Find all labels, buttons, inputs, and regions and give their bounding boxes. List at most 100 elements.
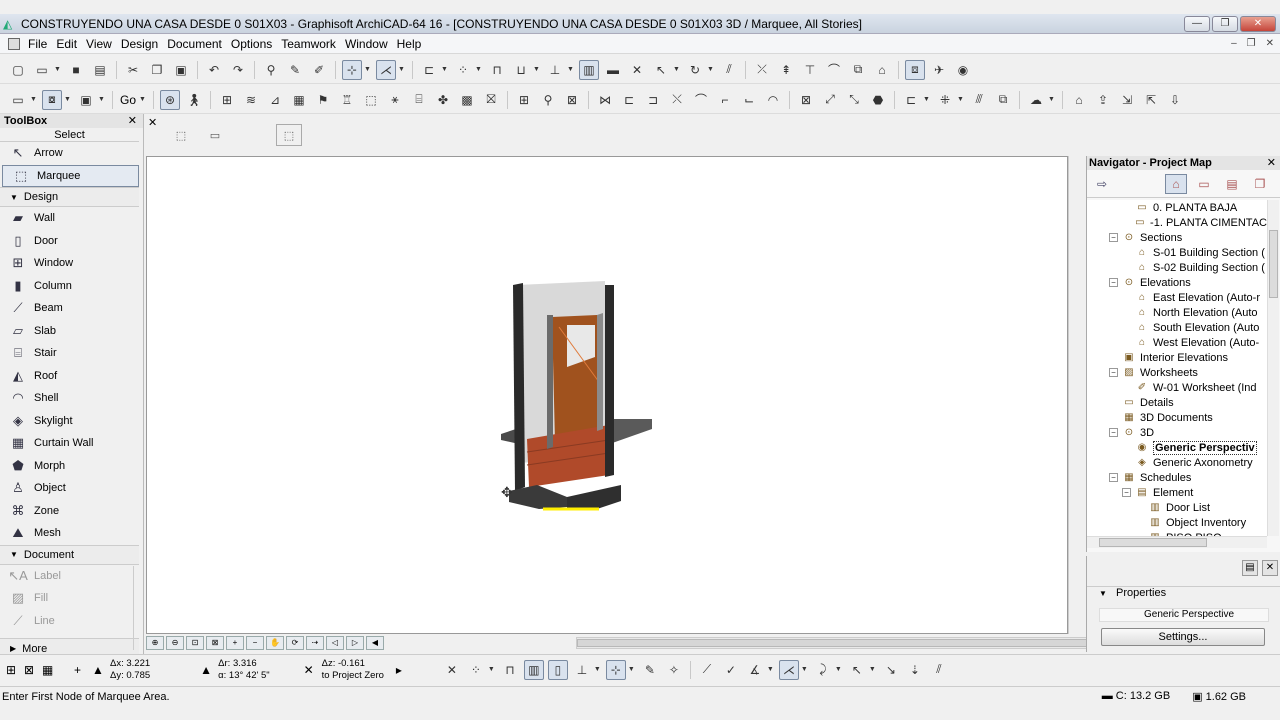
floor-plan-icon[interactable]: ▭ <box>8 90 28 110</box>
polyline-icon[interactable]: ⌙ <box>739 90 759 110</box>
worksheet-tool-icon[interactable]: ▦ <box>289 90 309 110</box>
minimize-button[interactable]: — <box>1184 15 1210 32</box>
plan-dropdown-icon[interactable]: ▼ <box>30 96 38 103</box>
previous-zoom-icon[interactable]: ◁ <box>326 636 344 650</box>
save-icon[interactable]: ■ <box>66 60 86 80</box>
align-icon[interactable]: ⊏ <box>419 60 439 80</box>
tool-marquee[interactable]: ⬚ Marquee <box>2 164 139 187</box>
next-zoom-icon[interactable]: ▷ <box>346 636 364 650</box>
detail-tool-icon[interactable]: ⚑ <box>313 90 333 110</box>
toolbox-group-design[interactable]: ▼ Design <box>0 187 139 207</box>
home-icon[interactable]: ⌂ <box>1069 90 1089 110</box>
reference-dropdown-icon[interactable]: ▸ <box>396 659 410 681</box>
tool-morph[interactable]: ⬟ Morph <box>0 455 139 478</box>
tree-expander-icon[interactable]: − <box>1122 488 1131 497</box>
drag-icon[interactable]: ↖ <box>651 60 671 80</box>
fit-in-window-icon[interactable]: ⊡ <box>186 636 204 650</box>
tool-stair[interactable]: ⌸ Stair <box>0 342 139 365</box>
menu-edit[interactable]: Edit <box>56 37 85 51</box>
receive-icon[interactable]: ⇩ <box>1165 90 1185 110</box>
elevation-tool-icon[interactable]: ≋ <box>241 90 261 110</box>
tree-item[interactable]: − ▨ Worksheets <box>1087 365 1267 380</box>
tree-item[interactable]: ⌂ S-01 Building Section ( <box>1087 245 1267 260</box>
marquee-single-floor-icon[interactable]: ⬚ <box>168 124 194 146</box>
interior-elevation-icon[interactable]: ⊿ <box>265 90 285 110</box>
zoom-area-icon[interactable]: ⊠ <box>206 636 224 650</box>
gravity-dropdown-icon[interactable]: ▼ <box>364 66 372 73</box>
distribute-dropdown-icon[interactable]: ▼ <box>475 66 483 73</box>
dropdown-icon[interactable]: ▼ <box>869 666 877 673</box>
tree-expander-icon[interactable]: − <box>1109 278 1118 287</box>
document-icon[interactable] <box>8 37 20 50</box>
rotate-icon[interactable]: ↻ <box>685 60 705 80</box>
zoom-minus-icon[interactable]: − <box>246 636 264 650</box>
tree-item[interactable]: − ▦ Schedules <box>1087 470 1267 485</box>
dropdown-icon[interactable]: ▼ <box>801 666 809 673</box>
menu-design[interactable]: Design <box>121 37 166 51</box>
mirror-snap-icon[interactable]: ⫽ <box>929 660 949 680</box>
trim-icon[interactable]: ⊏ <box>619 90 639 110</box>
tree-item[interactable]: − ▤ Element <box>1087 485 1267 500</box>
toolbox-scrollbar[interactable] <box>133 566 141 650</box>
tree-item[interactable]: ▥ Object Inventory <box>1087 515 1267 530</box>
corner-icon[interactable]: ⌐ <box>715 90 735 110</box>
slash-icon[interactable]: ⟋ <box>697 660 717 680</box>
walk-icon[interactable]: 🚶︎ <box>184 90 204 110</box>
tree-item[interactable]: ⌂ East Elevation (Auto-r <box>1087 290 1267 305</box>
dropdown-icon[interactable]: ▼ <box>594 666 602 673</box>
dy-value[interactable]: Δy: 0.785 <box>110 670 150 682</box>
suspend-groups-icon[interactable]: ▬ <box>603 60 623 80</box>
split-line-icon[interactable]: ⤬ <box>667 90 687 110</box>
tree-item[interactable]: ▭ 0. PLANTA BAJA <box>1087 200 1267 215</box>
teamwork-icon[interactable]: ☁ <box>1026 90 1046 110</box>
new-view-icon[interactable]: ▤ <box>1242 560 1258 576</box>
cut-icon[interactable]: ✂ <box>123 60 143 80</box>
guide-lines-icon[interactable]: ⋌ <box>376 59 396 80</box>
adjust-icon[interactable]: ⇞ <box>776 60 796 80</box>
tool-wall[interactable]: ▰ Wall <box>0 207 139 230</box>
tree-item[interactable]: ▣ Interior Elevations <box>1087 350 1267 365</box>
record-icon[interactable]: ◉ <box>953 60 973 80</box>
curve-snap-icon[interactable]: ⤸ <box>813 660 833 680</box>
tool-column[interactable]: ▮ Column <box>0 275 139 298</box>
tree-item[interactable]: ▭ -1. PLANTA CIMENTAC <box>1087 215 1267 230</box>
lock-icon[interactable]: ⊥ <box>545 60 565 80</box>
tree-expander-icon[interactable]: − <box>1109 473 1118 482</box>
redo-icon[interactable]: ↷ <box>228 60 248 80</box>
tree-item[interactable]: ◉ Generic Perspectiv <box>1087 440 1267 455</box>
toolbox-close-icon[interactable]: ✕ <box>128 114 137 128</box>
find-select-icon[interactable]: ⚲ <box>261 60 281 80</box>
tool-line[interactable]: ⟋ Line <box>0 610 139 633</box>
layer-icon[interactable]: ▥ <box>579 59 599 80</box>
dropdown-icon[interactable]: ▼ <box>767 666 775 673</box>
tool-skylight[interactable]: ◈ Skylight <box>0 410 139 433</box>
tool-window[interactable]: ⊞ Window <box>0 252 139 275</box>
tool-curtain-wall[interactable]: ▦ Curtain Wall <box>0 432 139 455</box>
navigator-vertical-scrollbar[interactable] <box>1267 200 1279 536</box>
navigator-close-icon[interactable]: ✕ <box>1267 156 1276 170</box>
measure-icon[interactable]: ⋈ <box>595 90 615 110</box>
elevation-snap-icon[interactable]: ⇣ <box>905 660 925 680</box>
scroll-left-icon[interactable]: ◀ <box>366 636 384 650</box>
properties-header[interactable]: ▼ Properties <box>1087 586 1280 602</box>
z-reference[interactable]: to Project Zero <box>322 670 384 682</box>
dropdown-icon[interactable]: ▼ <box>835 666 843 673</box>
split-icon[interactable]: ⤫ <box>752 60 772 80</box>
close-button[interactable]: ✕ <box>1240 15 1276 32</box>
magic-wand-icon[interactable]: ⧉ <box>993 90 1013 110</box>
layout-icon[interactable]: ▣ <box>76 90 96 110</box>
cross-icon[interactable]: ✕ <box>627 60 647 80</box>
tree-expander-icon[interactable]: − <box>1109 368 1118 377</box>
elevate-icon[interactable]: ⤢ <box>820 90 840 110</box>
transform-icon[interactable]: ⊠ <box>796 90 816 110</box>
tool-arrow[interactable]: ↖ Arrow <box>0 142 139 165</box>
tool-zone[interactable]: ⌘ Zone <box>0 500 139 523</box>
zoom-in-icon[interactable]: ⊕ <box>146 636 164 650</box>
tree-item[interactable]: ⌂ South Elevation (Auto <box>1087 320 1267 335</box>
snap-dropdown-icon[interactable]: ▼ <box>923 96 931 103</box>
delete-view-icon[interactable]: ✕ <box>1262 560 1278 576</box>
magic-icon[interactable]: ✧ <box>664 660 684 680</box>
send-icon[interactable]: ⇱ <box>1141 90 1161 110</box>
rotate-dropdown-icon[interactable]: ▼ <box>707 66 715 73</box>
angle-icon[interactable]: ∡ <box>745 660 765 680</box>
